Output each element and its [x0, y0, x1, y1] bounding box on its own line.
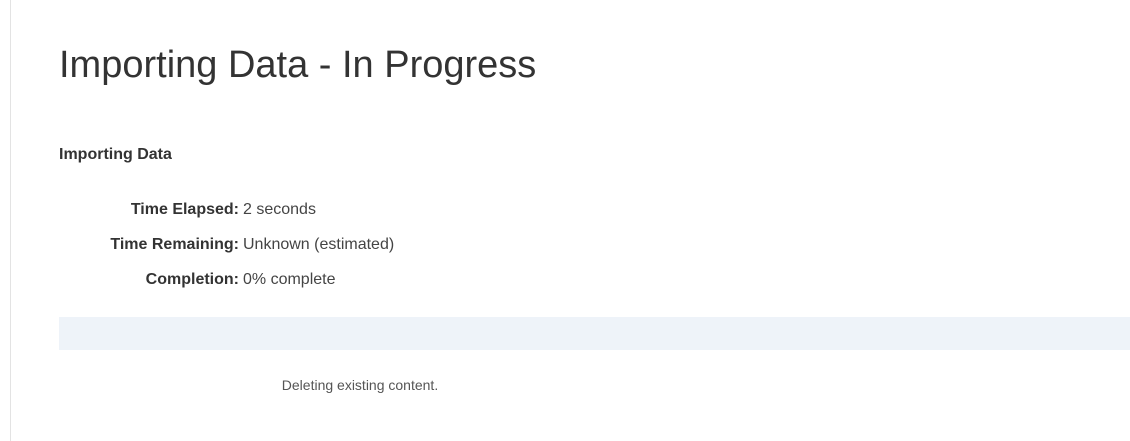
stat-value: Unknown (estimated): [243, 235, 395, 253]
stat-time-remaining: Time Remaining: Unknown (estimated): [59, 227, 394, 262]
stat-label: Time Remaining:: [110, 235, 239, 253]
left-divider: [10, 0, 11, 441]
stat-time-elapsed: Time Elapsed: 2 seconds: [59, 192, 394, 227]
import-stats: Time Elapsed: 2 seconds Time Remaining: …: [59, 192, 394, 297]
stat-value: 0% complete: [243, 270, 336, 288]
stat-label: Completion:: [145, 270, 239, 288]
stat-label: Time Elapsed:: [130, 200, 239, 218]
progress-status-message: Deleting existing content.: [281, 377, 439, 393]
main-content: Importing Data - In Progress Importing D…: [59, 0, 1130, 441]
page-title: Importing Data - In Progress: [59, 44, 537, 86]
progress-bar: [59, 317, 1130, 350]
section-heading: Importing Data: [59, 146, 172, 163]
stat-value: 2 seconds: [243, 200, 316, 218]
import-progress-page: Importing Data - In Progress Importing D…: [0, 0, 1130, 441]
stat-completion: Completion: 0% complete: [59, 262, 394, 297]
